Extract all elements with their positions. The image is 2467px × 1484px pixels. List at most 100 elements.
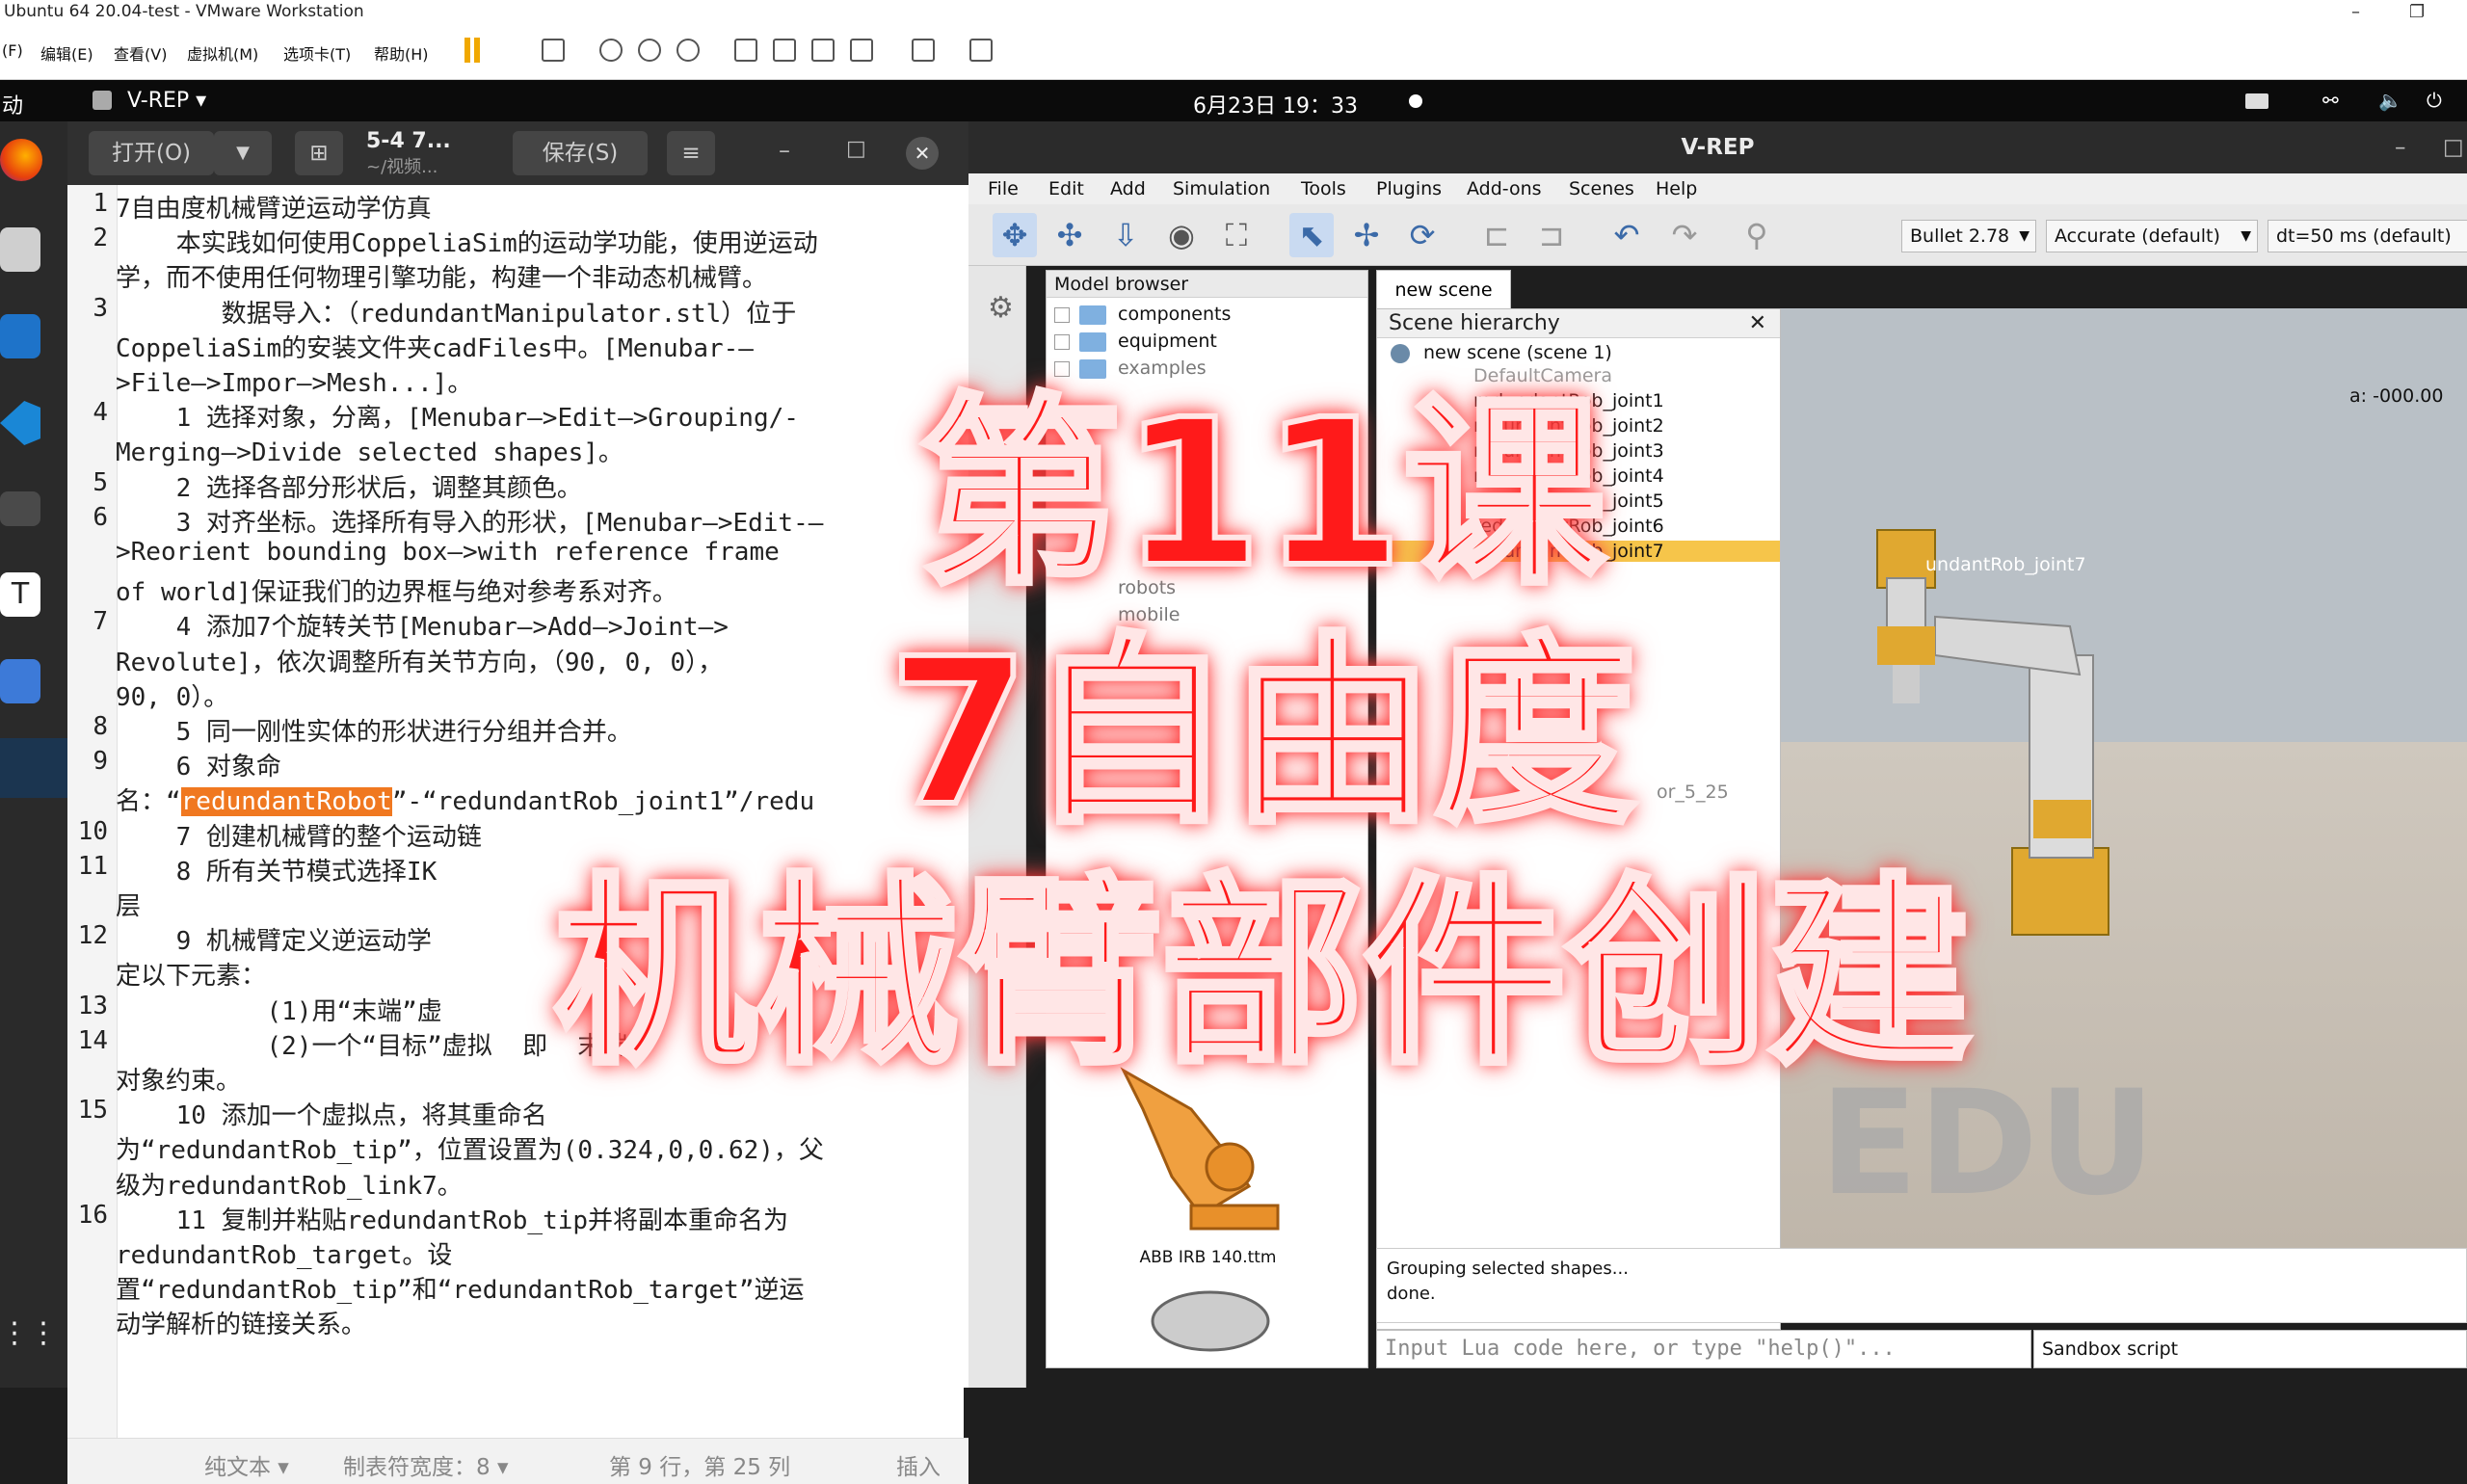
network-icon[interactable]: ⚯: [2322, 89, 2339, 112]
text-line[interactable]: CoppeliaSim的安装文件夹cadFiles中。[Menubar-–: [116, 329, 754, 364]
text-line[interactable]: 1 选择对象，分离，[Menubar–>Edit–>Grouping/-: [116, 398, 799, 434]
hamburger-menu-icon[interactable]: ≡: [667, 131, 715, 175]
library-icon[interactable]: [734, 39, 757, 62]
hier-item-camera[interactable]: DefaultCamera: [1473, 365, 1612, 386]
fit-to-view-icon[interactable]: ⛶: [1214, 213, 1259, 257]
hier-item-joint1[interactable]: redundantRob_joint1: [1473, 390, 1664, 411]
mb-item-robots[interactable]: robots: [1054, 577, 1176, 598]
text-line[interactable]: 6 对象命: [116, 747, 281, 782]
text-line[interactable]: >Reorient bounding box–>with reference f…: [116, 538, 780, 567]
maximize-icon[interactable]: □: [846, 137, 866, 161]
vscode-icon[interactable]: [0, 401, 40, 445]
revert-icon[interactable]: [638, 39, 661, 62]
accuracy-select[interactable]: Accurate (default) ▼: [2046, 220, 2258, 252]
rotate-icon[interactable]: ✣: [1048, 213, 1092, 257]
timestep-select[interactable]: dt=50 ms (default): [2268, 220, 2467, 252]
hier-item-joint5[interactable]: redundantRob_joint5: [1473, 490, 1664, 512]
show-apps-icon[interactable]: ⋮⋮: [0, 1316, 58, 1361]
vrep-menu-tools[interactable]: Tools: [1301, 178, 1346, 199]
tab-width-selector[interactable]: 制表符宽度：8 ▾: [343, 1448, 509, 1481]
select-icon[interactable]: ⬉: [1289, 213, 1334, 257]
menu-tabs[interactable]: 选项卡(T): [283, 41, 351, 65]
menu-vm[interactable]: 虚拟机(M): [187, 41, 258, 65]
activities-button[interactable]: 动: [2, 89, 23, 119]
object-rotate-icon[interactable]: ⟳: [1400, 213, 1445, 257]
vrep-icon[interactable]: [0, 738, 67, 798]
app-menu[interactable]: V-REP ▾: [127, 89, 206, 113]
hier-item-joint7[interactable]: redundantRob_joint7: [1377, 541, 1780, 562]
mb-item-components[interactable]: components: [1054, 304, 1231, 325]
text-line[interactable]: 本实践如何使用CoppeliaSim的运动学功能，使用逆运动: [116, 224, 818, 259]
text-line[interactable]: 7 创建机械臂的整个运动链: [116, 817, 482, 853]
mb-item-mobile[interactable]: mobile: [1054, 604, 1180, 625]
hier-item-extra[interactable]: or_5_25: [1657, 782, 1729, 803]
redo-icon[interactable]: ↷: [1662, 213, 1707, 257]
vrep-maximize-icon[interactable]: □: [2443, 121, 2464, 173]
vrep-menu-simulation[interactable]: Simulation: [1173, 178, 1270, 199]
text-line[interactable]: 名：“redundantRobot”-“redundantRob_joint1”…: [116, 782, 814, 817]
scene-root[interactable]: new scene (scene 1): [1391, 342, 1612, 363]
save-button[interactable]: 保存(S): [513, 131, 648, 175]
vrep-menu-help[interactable]: Help: [1656, 178, 1697, 199]
mb-item-equipment[interactable]: equipment: [1054, 331, 1217, 352]
vrep-menu-scenes[interactable]: Scenes: [1569, 178, 1634, 199]
undo-icon[interactable]: ↶: [1605, 213, 1649, 257]
text-line[interactable]: 数据导入：（redundantManipulator.stl）位于: [116, 294, 797, 330]
keyboard-icon[interactable]: [2245, 93, 2268, 109]
vrep-menu-plugins[interactable]: Plugins: [1376, 178, 1442, 199]
menu-file[interactable]: (F): [2, 41, 23, 60]
text-line[interactable]: 8 所有关节模式选择IK: [116, 852, 438, 888]
text-line[interactable]: 为“redundantRob_tip”，位置设置为(0.324,0,0.62)，…: [116, 1130, 824, 1166]
scene-viewport[interactable]: a: -000.00 undantRob_joint7 EDU: [1781, 308, 2467, 1248]
vrep-menu-file[interactable]: File: [988, 178, 1019, 199]
hier-item-joint6[interactable]: redundantRob_joint6: [1473, 516, 1664, 537]
language-selector[interactable]: 纯文本 ▾: [204, 1448, 289, 1481]
fullscreen-icon[interactable]: [811, 39, 835, 62]
text-line[interactable]: of world]保证我们的边界框与绝对参考系对齐。: [116, 572, 677, 608]
writer-icon[interactable]: [0, 314, 40, 358]
text-line[interactable]: 11 复制并粘贴redundantRob_tip并将副本重命名为: [116, 1201, 788, 1236]
text-line[interactable]: 动学解析的链接关系。: [116, 1305, 366, 1340]
power-icon[interactable]: ⏻: [2427, 89, 2442, 112]
text-line[interactable]: 3 对齐坐标。选择所有导入的形状，[Menubar–>Edit-–: [116, 503, 824, 539]
camera-angle-icon[interactable]: ◉: [1159, 213, 1204, 257]
manage-snapshots-icon[interactable]: [676, 39, 700, 62]
close-icon[interactable]: ✕: [906, 137, 939, 170]
text-line[interactable]: 级为redundantRob_link7。: [116, 1166, 463, 1202]
thumbnail-icon[interactable]: [773, 39, 796, 62]
minimize-button[interactable]: –: [2351, 0, 2360, 24]
lua-command-input[interactable]: Input Lua code here, or type "help()"...: [1376, 1330, 2031, 1368]
engine-select[interactable]: Bullet 2.78 ▼: [1901, 220, 2036, 252]
terminal-icon[interactable]: [0, 491, 40, 526]
text-line[interactable]: 90, 0）。: [116, 677, 228, 713]
text-line[interactable]: 9 机械臂定义逆运动学: [116, 921, 432, 957]
menu-edit[interactable]: 编辑(E): [40, 41, 93, 65]
tab-new-scene[interactable]: new scene: [1376, 270, 1511, 308]
vrep-menu-add[interactable]: Add: [1110, 178, 1146, 199]
text-line[interactable]: Revolute]，依次调整所有关节方向，（90, 0, 0），: [116, 643, 723, 678]
minimize-icon[interactable]: –: [779, 137, 790, 164]
send-keys-icon[interactable]: [542, 39, 565, 62]
text-edit-icon[interactable]: [0, 659, 40, 703]
menu-view[interactable]: 查看(V): [114, 41, 167, 65]
open-button[interactable]: 打开(O): [89, 131, 214, 175]
console-icon[interactable]: [912, 39, 935, 62]
restore-button[interactable]: ❐: [2409, 0, 2425, 24]
dynamics-icon[interactable]: ⚲: [1735, 213, 1779, 257]
text-editor[interactable]: 1 2 3 4 5 6 7 8 9 10 11 12 13 14 15 16 7自由度机械臂逆运动学仿真 本实…: [67, 185, 964, 1438]
unity-icon[interactable]: [850, 39, 873, 62]
firefox-icon[interactable]: [0, 139, 42, 181]
text-line[interactable]: 层: [116, 887, 141, 922]
mb-item-examples[interactable]: examples: [1054, 358, 1207, 379]
vrep-menu-addons[interactable]: Add-ons: [1467, 178, 1542, 199]
clock[interactable]: 6月23日 19：33: [1193, 89, 1358, 119]
robot-thumbnail-2[interactable]: [1143, 1283, 1278, 1369]
text-editor-icon[interactable]: T: [0, 572, 40, 617]
pan-icon[interactable]: ✥: [993, 213, 1037, 257]
transfer-dna-icon[interactable]: ⊐: [1529, 213, 1574, 257]
text-line[interactable]: 2 选择各部分形状后，调整其颜色。: [116, 468, 582, 504]
pause-icon[interactable]: [464, 38, 482, 63]
object-shift-icon[interactable]: ✢: [1344, 213, 1389, 257]
settings-gear-icon[interactable]: ⚙: [988, 291, 1014, 325]
abb-robot-thumbnail[interactable]: [1085, 1042, 1316, 1234]
